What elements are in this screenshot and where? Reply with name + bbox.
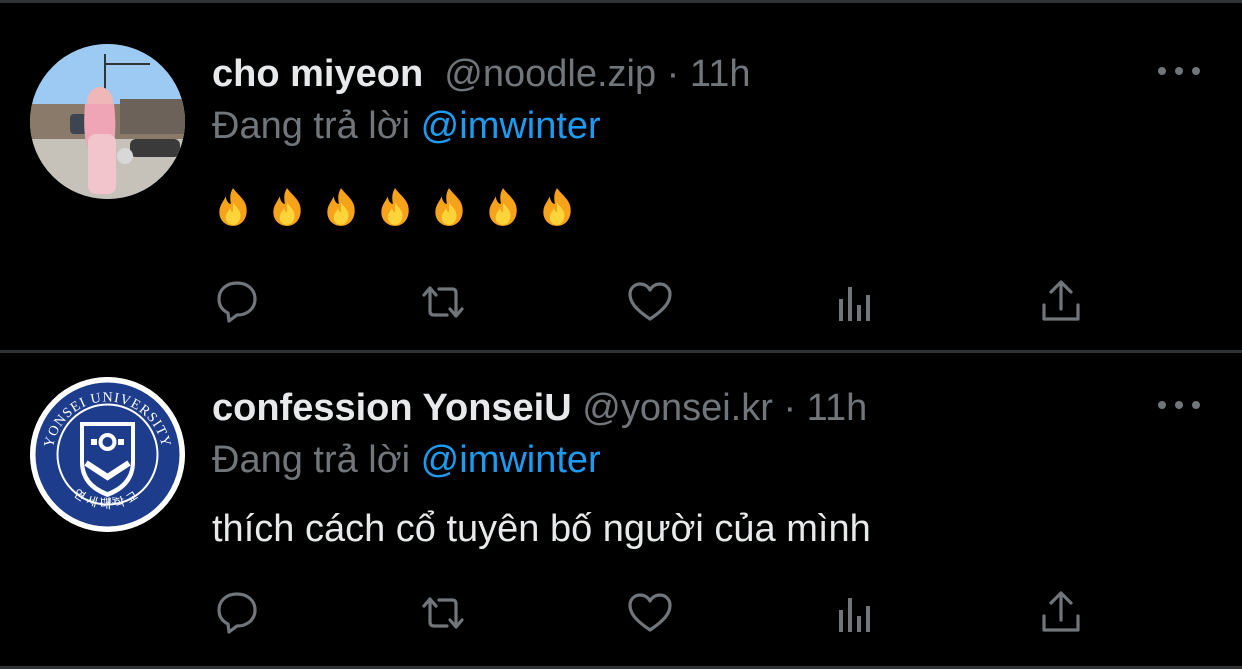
- reply-context: Đang trả lời @imwinter: [212, 438, 601, 482]
- tweet-1[interactable]: cho miyeon @noodle.zip · 11h Đang trả lờ…: [0, 0, 1242, 350]
- reply-prefix: Đang trả lời: [212, 439, 411, 481]
- reply-icon[interactable]: [212, 277, 262, 327]
- tweet-text: thích cách cổ tuyên bố người của mình: [212, 508, 871, 550]
- separator-dot: ·: [666, 53, 680, 95]
- handle[interactable]: @yonsei.kr: [582, 387, 773, 429]
- fire-emoji: [435, 188, 463, 226]
- fire-emoji: [219, 188, 247, 226]
- analytics-icon[interactable]: [831, 277, 881, 327]
- reply-context: Đang trả lời @imwinter: [212, 104, 601, 148]
- fire-emoji: [327, 188, 355, 226]
- reply-icon[interactable]: [212, 588, 262, 638]
- photo-avatar-image: [30, 44, 185, 199]
- tweet-2[interactable]: 1885 YONSEI UNIVERSITY 연세대학교 confession …: [0, 353, 1242, 669]
- more-options-icon[interactable]: [1158, 397, 1200, 413]
- avatar[interactable]: 1885 YONSEI UNIVERSITY 연세대학교: [30, 377, 185, 532]
- display-name[interactable]: confession YonseiU: [212, 387, 572, 429]
- fire-emoji: [543, 188, 571, 226]
- timestamp[interactable]: 11h: [807, 387, 868, 429]
- like-icon[interactable]: [625, 588, 675, 638]
- fire-emoji: [489, 188, 517, 226]
- tweet-text: [212, 186, 578, 228]
- yonsei-seal-avatar: 1885 YONSEI UNIVERSITY 연세대학교: [30, 377, 185, 532]
- analytics-icon[interactable]: [831, 588, 881, 638]
- fire-emoji: [273, 188, 301, 226]
- display-name[interactable]: cho miyeon: [212, 53, 423, 95]
- mention-link[interactable]: @imwinter: [421, 105, 601, 147]
- share-icon[interactable]: [1036, 588, 1086, 638]
- mention-link[interactable]: @imwinter: [421, 439, 601, 481]
- separator-dot: ·: [783, 387, 797, 429]
- retweet-icon[interactable]: [418, 277, 468, 327]
- retweet-icon[interactable]: [418, 588, 468, 638]
- tweet-header: confession YonseiU @yonsei.kr · 11h: [212, 386, 867, 430]
- avatar[interactable]: [30, 44, 185, 199]
- like-icon[interactable]: [625, 277, 675, 327]
- tweet-actions: [0, 277, 1242, 327]
- tweet-header: cho miyeon @noodle.zip · 11h: [212, 52, 750, 96]
- reply-prefix: Đang trả lời: [212, 105, 411, 147]
- fire-emoji: [381, 188, 409, 226]
- share-icon[interactable]: [1036, 277, 1086, 327]
- timestamp[interactable]: 11h: [690, 53, 751, 95]
- tweet-actions: [0, 588, 1242, 638]
- more-options-icon[interactable]: [1158, 63, 1200, 79]
- handle[interactable]: @noodle.zip: [444, 53, 656, 95]
